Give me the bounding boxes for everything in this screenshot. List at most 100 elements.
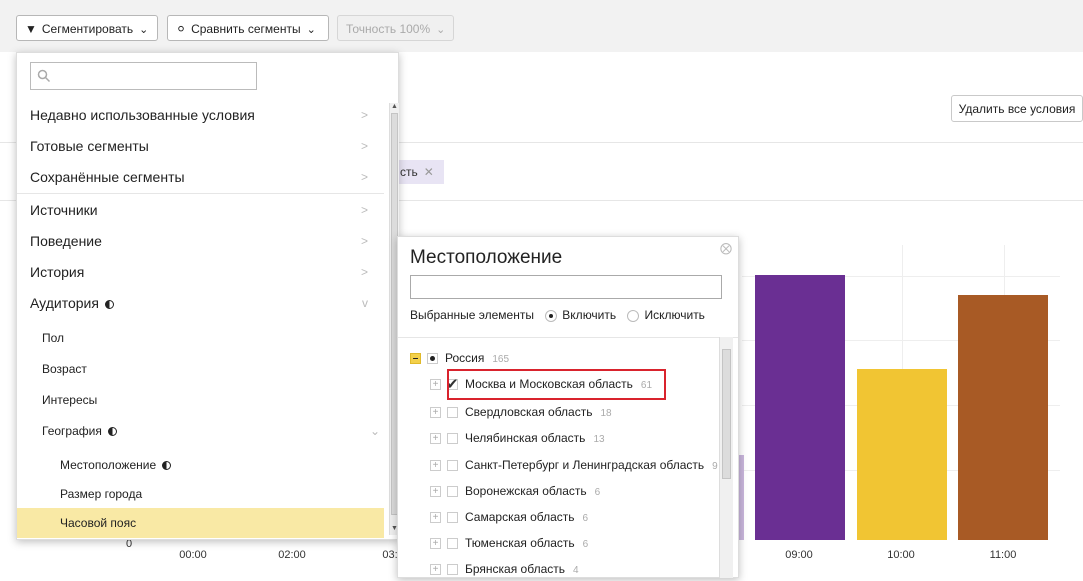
close-icon[interactable]: ✕ — [424, 165, 434, 179]
menu-item-age[interactable]: Возраст — [29, 354, 384, 384]
tree-item-spb[interactable]: + Санкт-Петербург и Ленинградская область… — [430, 455, 718, 475]
expand-icon[interactable]: + — [430, 564, 441, 576]
menu-item-audience[interactable]: Аудитория v — [17, 288, 384, 318]
expand-icon[interactable]: + — [430, 407, 441, 419]
x-tick-label: 02:00 — [278, 549, 306, 561]
expand-icon[interactable]: + — [430, 433, 441, 445]
menu-item-label: Готовые сегменты — [30, 138, 149, 154]
tree-item-label: Самарская область — [465, 510, 575, 524]
partial-selection-icon — [107, 427, 117, 437]
expand-icon[interactable]: + — [430, 460, 441, 472]
tree-item-tyumen[interactable]: + Тюменская область 6 — [430, 533, 588, 553]
tree-item-count: 6 — [594, 487, 601, 498]
x-tick-label: 03: — [382, 549, 398, 561]
menu-item-label: Сохранённые сегменты — [30, 169, 185, 185]
tree-item-sverdlovsk[interactable]: + Свердловская область 18 — [430, 402, 612, 422]
tree-item-russia[interactable]: – Россия 165 — [410, 348, 509, 368]
menu-item-city-size[interactable]: Размер города — [47, 479, 384, 509]
expand-icon[interactable]: + — [430, 512, 441, 524]
checkbox[interactable] — [447, 538, 458, 550]
chevron-down-icon: v — [362, 296, 368, 310]
collapse-icon[interactable]: – — [410, 353, 421, 365]
exclude-label[interactable]: Исключить — [644, 308, 704, 322]
menu-item-label: Аудитория — [30, 295, 99, 311]
expand-icon[interactable]: + — [430, 486, 441, 498]
condition-chip[interactable]: сть ✕ — [392, 160, 444, 184]
checkbox[interactable] — [447, 512, 458, 524]
checkbox[interactable] — [447, 486, 458, 498]
menu-item-label: История — [30, 264, 85, 280]
menu-item-ready-segments[interactable]: Готовые сегменты > — [17, 131, 384, 161]
menu-divider — [17, 193, 384, 194]
menu-item-geography[interactable]: География ⌄ — [29, 416, 384, 446]
selection-mode: Выбранные элементы Включить Исключить — [410, 307, 705, 323]
tree-item-label: Свердловская область — [465, 405, 593, 419]
chevron-right-icon: > — [360, 170, 368, 184]
menu-item-label: Недавно использованные условия — [30, 107, 255, 123]
checkbox[interactable] — [447, 407, 458, 419]
menu-item-interests[interactable]: Интересы — [29, 385, 384, 415]
menu-item-timezone[interactable]: Часовой пояс — [17, 508, 384, 538]
chevron-right-icon: > — [360, 203, 368, 217]
scroll-up-icon[interactable]: ▲ — [391, 103, 398, 110]
tree-item-count: 165 — [492, 354, 510, 365]
menu-item-behavior[interactable]: Поведение > — [17, 226, 384, 256]
segment-dropdown: Недавно использованные условия > Готовые … — [16, 52, 399, 540]
chart-bar — [958, 295, 1048, 540]
location-scrollbar[interactable] — [719, 337, 733, 578]
tree-item-label: Санкт-Петербург и Ленинградская область — [465, 458, 705, 472]
checkbox[interactable] — [447, 433, 458, 445]
tree-item-chelyabinsk[interactable]: + Челябинская область 13 — [430, 428, 605, 448]
x-tick-label: 09:00 — [785, 549, 813, 561]
search-input[interactable] — [30, 62, 257, 90]
search-icon — [37, 69, 51, 83]
panel-title: Местоположение — [410, 247, 563, 268]
tree-item-count: 18 — [600, 408, 612, 419]
tree-item-samara[interactable]: + Самарская область 6 — [430, 507, 588, 527]
compare-segments-button[interactable]: ⚪ Сравнить сегменты ⌄ — [167, 15, 329, 41]
location-search-input[interactable] — [410, 275, 722, 299]
chevron-down-icon: ⌄ — [139, 24, 149, 36]
compare-icon: ⚪ — [176, 22, 187, 36]
chart-bar — [857, 369, 947, 540]
menu-item-recent[interactable]: Недавно использованные условия > — [17, 100, 384, 130]
chart-bar — [755, 275, 845, 540]
segment-button[interactable]: ▼ Сегментировать ⌄ — [16, 15, 158, 41]
condition-chip-label: сть — [400, 165, 418, 179]
menu-item-sources[interactable]: Источники > — [17, 195, 384, 225]
tree-item-label: Воронежская область — [465, 484, 587, 498]
checkbox-partial[interactable] — [427, 353, 438, 365]
menu-item-location[interactable]: Местоположение — [47, 450, 384, 480]
tree-item-count: 6 — [582, 513, 589, 524]
segment-button-label: Сегментировать — [41, 22, 134, 36]
compare-button-label: Сравнить сегменты — [191, 22, 301, 36]
include-label[interactable]: Включить — [562, 308, 616, 322]
tree-item-label: Брянская область — [465, 562, 565, 576]
exclude-radio[interactable] — [627, 309, 640, 322]
include-radio[interactable] — [545, 309, 558, 322]
chevron-down-icon: ⌄ — [306, 24, 316, 36]
menu-item-history[interactable]: История > — [17, 257, 384, 287]
menu-item-label: Местоположение — [60, 458, 157, 472]
menu-item-label: Источники — [30, 202, 98, 218]
divider — [398, 337, 738, 338]
tree-item-label: Тюменская область — [465, 536, 575, 550]
expand-icon[interactable]: + — [430, 538, 441, 550]
menu-item-gender[interactable]: Пол — [29, 323, 384, 353]
partial-selection-icon — [162, 461, 172, 471]
menu-item-label: Поведение — [30, 233, 102, 249]
tree-item-count: 6 — [582, 539, 589, 550]
expand-icon[interactable]: + — [430, 379, 441, 391]
accuracy-select[interactable]: Точность 100% ⌄ — [337, 15, 454, 41]
menu-item-saved-segments[interactable]: Сохранённые сегменты > — [17, 162, 384, 192]
tree-item-label: Россия — [445, 351, 485, 365]
selected-elements-label: Выбранные элементы — [410, 308, 534, 322]
scrollbar-thumb[interactable] — [722, 349, 731, 479]
tree-item-bryansk[interactable]: + Брянская область 4 — [430, 559, 579, 579]
tree-item-voronezh[interactable]: + Воронежская область 6 — [430, 481, 600, 501]
checkbox[interactable] — [447, 564, 458, 576]
delete-all-conditions-button[interactable]: Удалить все условия — [951, 95, 1083, 122]
checkbox[interactable] — [447, 460, 458, 472]
chevron-right-icon: > — [360, 139, 368, 153]
close-icon[interactable]: ⨂ — [720, 241, 732, 255]
